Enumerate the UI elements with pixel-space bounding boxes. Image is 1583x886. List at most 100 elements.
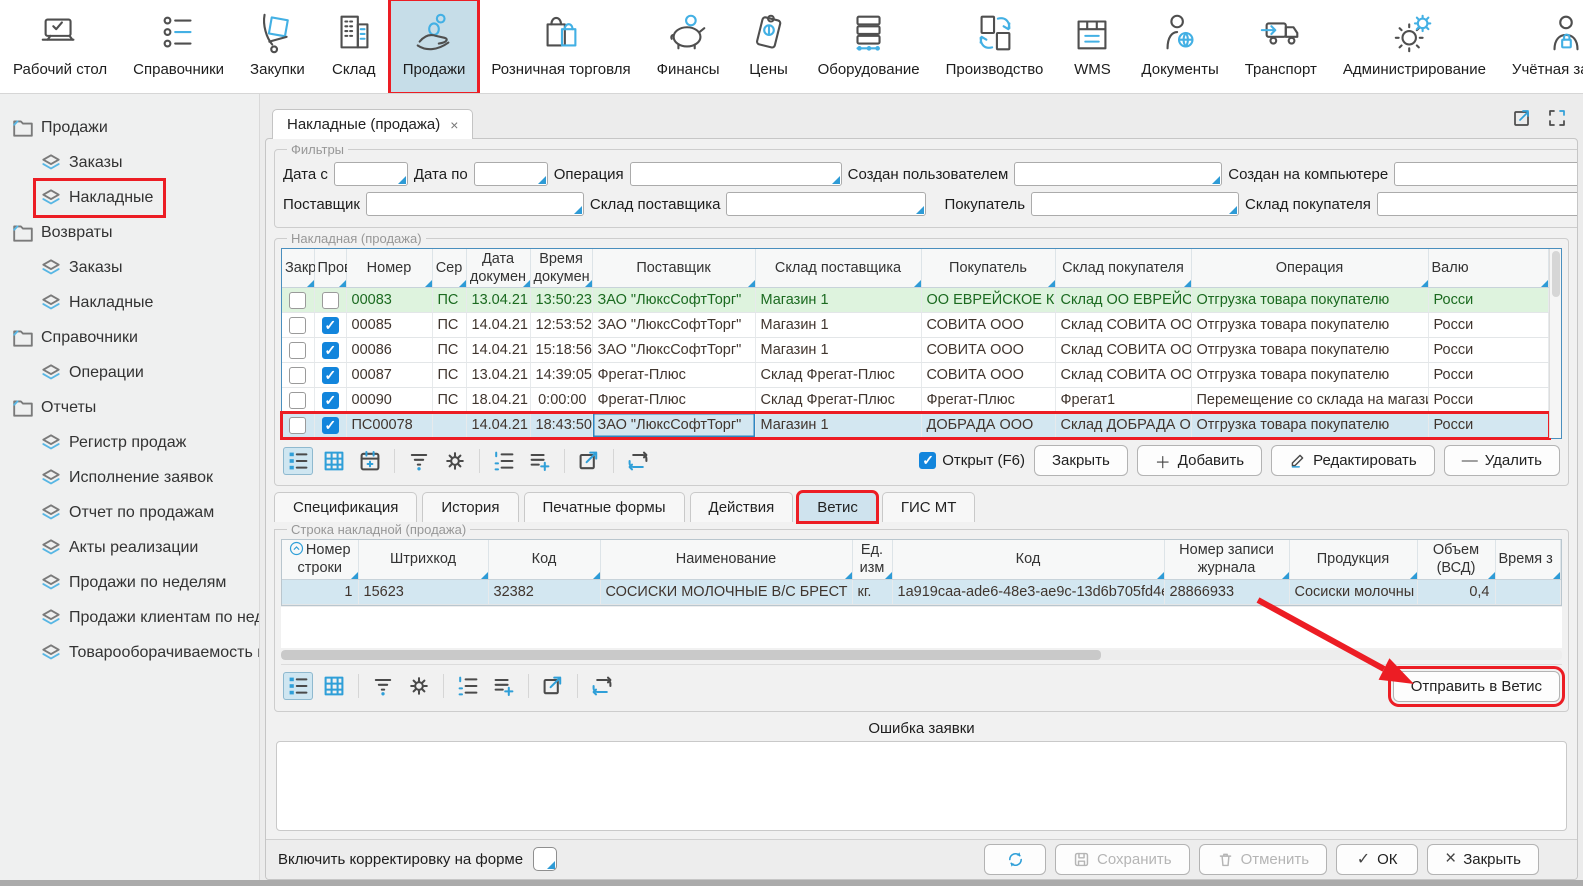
settings-gear-button[interactable]	[440, 447, 470, 475]
delete-invoice-button[interactable]: —Удалить	[1444, 445, 1560, 476]
supplier-input[interactable]	[366, 192, 584, 216]
invoice-row-selected[interactable]: ПС0007814.04.2118:43:50ЗАО "ЛюксСофтТорг…	[282, 413, 1549, 438]
sort-ascending-icon[interactable]	[289, 541, 304, 556]
fullscreen-icon[interactable]	[1545, 106, 1569, 130]
add-row-button[interactable]	[525, 447, 555, 475]
open-external-button[interactable]	[538, 672, 568, 700]
sidebar-item-sales-report[interactable]: Отчет по продажам	[10, 495, 259, 530]
open-f6-checkbox-box[interactable]	[919, 452, 936, 469]
checked-checkbox[interactable]	[322, 392, 339, 409]
toolbar-item-transport[interactable]: Транспорт	[1232, 0, 1330, 93]
sidebar-folder-catalogs[interactable]: Справочники	[10, 320, 259, 355]
created-by-user-input[interactable]	[1014, 162, 1222, 186]
closed-checkbox[interactable]	[289, 367, 306, 384]
toolbar-item-catalogs[interactable]: Справочники	[120, 0, 237, 93]
cancel-button[interactable]: Отменить	[1199, 844, 1328, 875]
table-vertical-scrollbar[interactable]	[1549, 249, 1561, 438]
sidebar-item-turnover[interactable]: Товарооборачиваемость по п	[10, 635, 259, 670]
checked-checkbox[interactable]	[322, 342, 339, 359]
save-button[interactable]: Сохранить	[1055, 844, 1190, 875]
line-row-selected[interactable]: 11562332382СОСИСКИ МОЛОЧНЫЕ В/С БРЕСТ 1к…	[282, 579, 1561, 604]
closed-checkbox[interactable]	[289, 317, 306, 334]
invoice-row[interactable]: 00087ПС13.04.2114:39:05Фрегат-ПлюсСклад …	[282, 363, 1549, 388]
closed-checkbox[interactable]	[289, 417, 306, 434]
closed-checkbox[interactable]	[289, 342, 306, 359]
send-to-vetis-button[interactable]: Отправить в Ветис	[1393, 671, 1560, 702]
filter-button[interactable]	[404, 447, 434, 475]
add-row-button[interactable]	[489, 672, 519, 700]
invoice-row[interactable]: 00083ПС13.04.2113:50:23ЗАО "ЛюксСофтТорг…	[282, 288, 1549, 313]
edit-invoice-button[interactable]: Редактировать	[1271, 445, 1435, 476]
refresh-form-button[interactable]	[984, 844, 1046, 875]
sidebar-folder-sales[interactable]: Продажи	[10, 110, 259, 145]
open-external-button[interactable]	[574, 447, 604, 475]
add-invoice-button[interactable]: ＋Добавить	[1137, 445, 1262, 476]
numbered-list-button[interactable]	[453, 672, 483, 700]
refresh-button[interactable]	[623, 447, 653, 475]
toolbar-item-prices[interactable]: Цены	[733, 0, 805, 93]
tab-history[interactable]: История	[422, 492, 518, 522]
sidebar-item-invoices[interactable]: Накладные	[10, 180, 259, 215]
toolbar-item-sales[interactable]: Продажи	[390, 0, 479, 93]
toolbar-item-finance[interactable]: Финансы	[644, 0, 733, 93]
checked-checkbox[interactable]	[322, 367, 339, 384]
grid-view-button[interactable]	[319, 447, 349, 475]
open-in-window-icon[interactable]	[1511, 106, 1535, 130]
tab-close-icon[interactable]: ×	[450, 117, 458, 133]
tab-specification[interactable]: Спецификация	[274, 492, 417, 522]
checked-checkbox[interactable]	[322, 292, 339, 309]
closed-checkbox[interactable]	[289, 292, 306, 309]
sidebar-item-return-orders[interactable]: Заказы	[10, 250, 259, 285]
buyer-input[interactable]	[1031, 192, 1239, 216]
close-form-button[interactable]: ×Закрыть	[1427, 844, 1539, 875]
list-view-button[interactable]	[283, 447, 313, 475]
sidebar-item-sales-by-week[interactable]: Продажи по неделям	[10, 565, 259, 600]
sidebar-item-client-sales-by-week[interactable]: Продажи клиентам по неделям	[10, 600, 259, 635]
grid-view-button[interactable]	[319, 672, 349, 700]
invoices-header-row[interactable]: ЗакрПровНомерСерДата докуменВремя докуме…	[282, 249, 1549, 288]
date-from-input[interactable]	[334, 162, 408, 186]
invoice-row[interactable]: 00085ПС14.04.2112:53:52ЗАО "ЛюксСофтТорг…	[282, 313, 1549, 338]
refresh-button[interactable]	[587, 672, 617, 700]
tab-print-forms[interactable]: Печатные формы	[524, 492, 685, 522]
checked-checkbox[interactable]	[322, 317, 339, 334]
sidebar-item-sales-register[interactable]: Регистр продаж	[10, 425, 259, 460]
settings-gear-button[interactable]	[404, 672, 434, 700]
checked-checkbox[interactable]	[322, 417, 339, 434]
calendar-button[interactable]	[355, 447, 385, 475]
lines-header-row[interactable]: Номер строки ШтрихкодКодНаименованиеЕд. …	[282, 540, 1561, 579]
toolbar-item-warehouse[interactable]: Склад	[318, 0, 390, 93]
toolbar-item-documents[interactable]: Документы	[1128, 0, 1231, 93]
sidebar-item-return-invoices[interactable]: Накладные	[10, 285, 259, 320]
toolbar-item-account[interactable]: Учётная запись	[1499, 0, 1583, 93]
closed-checkbox[interactable]	[289, 392, 306, 409]
sidebar-item-request-fulfillment[interactable]: Исполнение заявок	[10, 460, 259, 495]
close-invoice-button[interactable]: Закрыть	[1034, 445, 1128, 476]
tab-vetis[interactable]: Ветис	[798, 492, 877, 522]
list-view-button[interactable]	[283, 672, 313, 700]
sidebar-folder-returns[interactable]: Возвраты	[10, 215, 259, 250]
sidebar-item-operations[interactable]: Операции	[10, 355, 259, 390]
date-to-input[interactable]	[474, 162, 548, 186]
toolbar-item-desktop[interactable]: Рабочий стол	[0, 0, 120, 93]
buyer-store-input[interactable]	[1377, 192, 1578, 216]
invoice-row[interactable]: 00090ПС18.04.210:00:00Фрегат-ПлюсСклад Ф…	[282, 388, 1549, 413]
tab-invoices-sale[interactable]: Накладные (продажа) ×	[272, 109, 473, 139]
correction-checkbox[interactable]	[533, 847, 557, 871]
error-request-textarea[interactable]	[276, 741, 1567, 831]
invoice-row[interactable]: 00086ПС14.04.2115:18:56ЗАО "ЛюксСофтТорг…	[282, 338, 1549, 363]
created-on-computer-input[interactable]	[1394, 162, 1578, 186]
toolbar-item-equipment[interactable]: Оборудование	[805, 0, 933, 93]
sidebar-folder-reports[interactable]: Отчеты	[10, 390, 259, 425]
tab-actions[interactable]: Действия	[690, 492, 794, 522]
toolbar-item-retail[interactable]: Розничная торговля	[478, 0, 643, 93]
sidebar-item-orders[interactable]: Заказы	[10, 145, 259, 180]
toolbar-item-production[interactable]: Производство	[933, 0, 1057, 93]
toolbar-item-wms[interactable]: WMS	[1056, 0, 1128, 93]
open-f6-checkbox[interactable]: Открыт (F6)	[919, 452, 1025, 469]
supplier-store-input[interactable]	[726, 192, 926, 216]
ok-button[interactable]: ✓ОК	[1336, 844, 1418, 875]
toolbar-item-purchases[interactable]: Закупки	[237, 0, 318, 93]
filter-button[interactable]	[368, 672, 398, 700]
sidebar-item-realization-acts[interactable]: Акты реализации	[10, 530, 259, 565]
